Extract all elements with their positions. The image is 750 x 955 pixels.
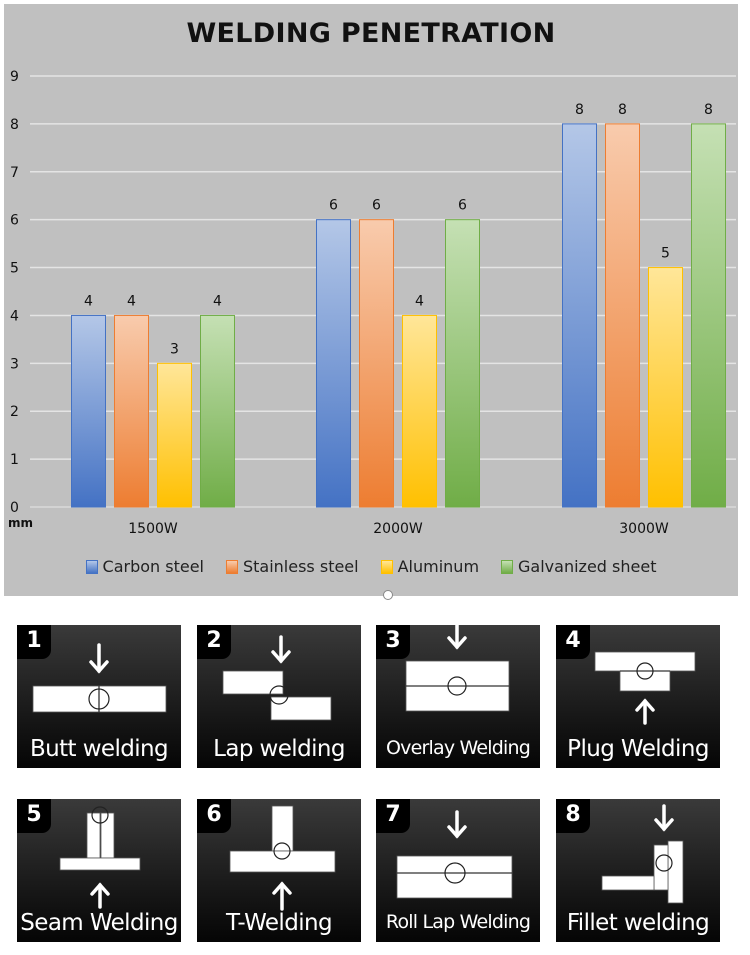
data-label: 5 — [661, 246, 670, 262]
y-tick-label: 9 — [10, 69, 19, 85]
workpiece — [229, 850, 336, 873]
card-number: 2 — [197, 625, 231, 659]
workpiece — [667, 840, 684, 904]
welding-card-lap: 2 Lap welding — [197, 625, 361, 768]
legend-item-galvanized-sheet: Galvanized sheet — [501, 557, 656, 576]
bar-carbon-steel-2000W — [316, 219, 351, 508]
legend-item-stainless-steel: Stainless steel — [225, 557, 359, 576]
card-label: Butt welding — [29, 736, 169, 762]
card-label: Plug Welding — [567, 736, 709, 762]
legend-label: Stainless steel — [242, 557, 359, 576]
card-number: 3 — [376, 625, 410, 659]
workpiece — [396, 855, 513, 899]
welding-card-plug: 4 Plug Welding — [556, 625, 720, 768]
card-label: Seam Welding — [20, 910, 178, 936]
workpiece — [59, 857, 141, 871]
card-number: 4 — [556, 625, 590, 659]
data-label: 8 — [618, 102, 627, 118]
welding-card-seam: 5 Seam Welding — [17, 799, 181, 942]
y-tick-label: 3 — [10, 356, 19, 372]
card-number: 6 — [197, 799, 231, 833]
bar-aluminum-1500W — [157, 362, 192, 508]
data-label: 6 — [329, 198, 338, 214]
y-axis-unit: mm — [8, 516, 33, 530]
workpiece — [619, 670, 671, 692]
x-tick-label: 1500W — [128, 521, 178, 537]
card-label: Lap welding — [213, 736, 345, 762]
bar-galvanized-sheet-3000W — [691, 123, 726, 508]
welding-card-roll-lap: 7 Roll Lap Welding — [376, 799, 540, 942]
bar-aluminum-2000W — [402, 314, 437, 508]
card-number: 8 — [556, 799, 590, 833]
data-label: 3 — [170, 341, 179, 357]
bar-carbon-steel-3000W — [562, 123, 597, 508]
legend-label: Carbon steel — [102, 557, 204, 576]
legend-label: Galvanized sheet — [518, 557, 657, 576]
data-label: 4 — [415, 293, 424, 309]
data-label: 4 — [84, 293, 93, 309]
card-label: Overlay Welding — [386, 737, 531, 759]
chart-panel: 4 4 3 4 6 6 4 6 8 8 5 8 0 1 2 3 4 5 6 7 8 9 mm 1500W 2000W 3000W… — [4, 4, 738, 596]
y-tick-label: 1 — [10, 452, 19, 468]
card-label: T-Welding — [225, 910, 333, 936]
bar-carbon-steel-1500W — [71, 314, 106, 508]
x-tick-label: 3000W — [619, 521, 669, 537]
data-label: 8 — [704, 102, 713, 118]
legend-label: Aluminum — [397, 557, 480, 576]
card-label: Fillet welding — [566, 910, 710, 936]
resize-handle[interactable] — [383, 590, 393, 600]
chart-legend: Carbon steel Stainless steel Aluminum Ga… — [4, 557, 738, 576]
workpiece — [594, 651, 696, 672]
workpiece — [601, 875, 655, 891]
y-tick-label: 6 — [10, 213, 19, 229]
bar-galvanized-sheet-2000W — [445, 219, 480, 508]
legend-item-carbon-steel: Carbon steel — [85, 557, 204, 576]
chart-title: WELDING PENETRATION — [186, 18, 556, 49]
card-number: 7 — [376, 799, 410, 833]
bar-stainless-steel-2000W — [359, 219, 394, 508]
legend-swatch-stainless-steel — [225, 559, 238, 574]
legend-item-aluminum: Aluminum — [380, 557, 480, 576]
y-tick-label: 5 — [10, 261, 19, 277]
card-label: Roll Lap Welding — [385, 911, 531, 933]
data-label: 8 — [575, 102, 584, 118]
data-label: 6 — [458, 198, 467, 214]
bar-stainless-steel-3000W — [605, 123, 640, 508]
legend-swatch-carbon-steel — [85, 559, 98, 574]
bar-galvanized-sheet-1500W — [200, 314, 235, 508]
bar-chart: 4 4 3 4 6 6 4 6 8 8 5 8 0 1 2 3 4 5 6 7 8 9 mm 1500W 2000W 3000W — [8, 69, 736, 537]
x-tick-label: 2000W — [373, 521, 423, 537]
workpiece — [270, 696, 332, 721]
y-tick-label: 8 — [10, 117, 19, 133]
y-tick-label: 0 — [10, 500, 19, 516]
welding-card-overlay: 3 Overlay Welding — [376, 625, 540, 768]
workpiece — [653, 844, 669, 891]
workpiece — [271, 805, 294, 852]
legend-swatch-galvanized-sheet — [501, 559, 514, 574]
y-tick-label: 7 — [10, 165, 19, 181]
data-label: 6 — [372, 198, 381, 214]
y-tick-label: 4 — [10, 308, 19, 324]
workpiece — [100, 812, 115, 859]
welding-card-butt: 1 Butt welding — [17, 625, 181, 768]
bar-aluminum-3000W — [648, 267, 683, 508]
legend-swatch-aluminum — [380, 559, 393, 574]
welding-card-t: 6 T-Welding — [197, 799, 361, 942]
card-number: 5 — [17, 799, 51, 833]
y-tick-label: 2 — [10, 404, 19, 420]
data-label: 4 — [213, 293, 222, 309]
bar-stainless-steel-1500W — [114, 314, 149, 508]
data-label: 4 — [127, 293, 136, 309]
workpiece — [222, 670, 284, 695]
welding-card-fillet: 8 Fillet welding — [556, 799, 720, 942]
card-number: 1 — [17, 625, 51, 659]
